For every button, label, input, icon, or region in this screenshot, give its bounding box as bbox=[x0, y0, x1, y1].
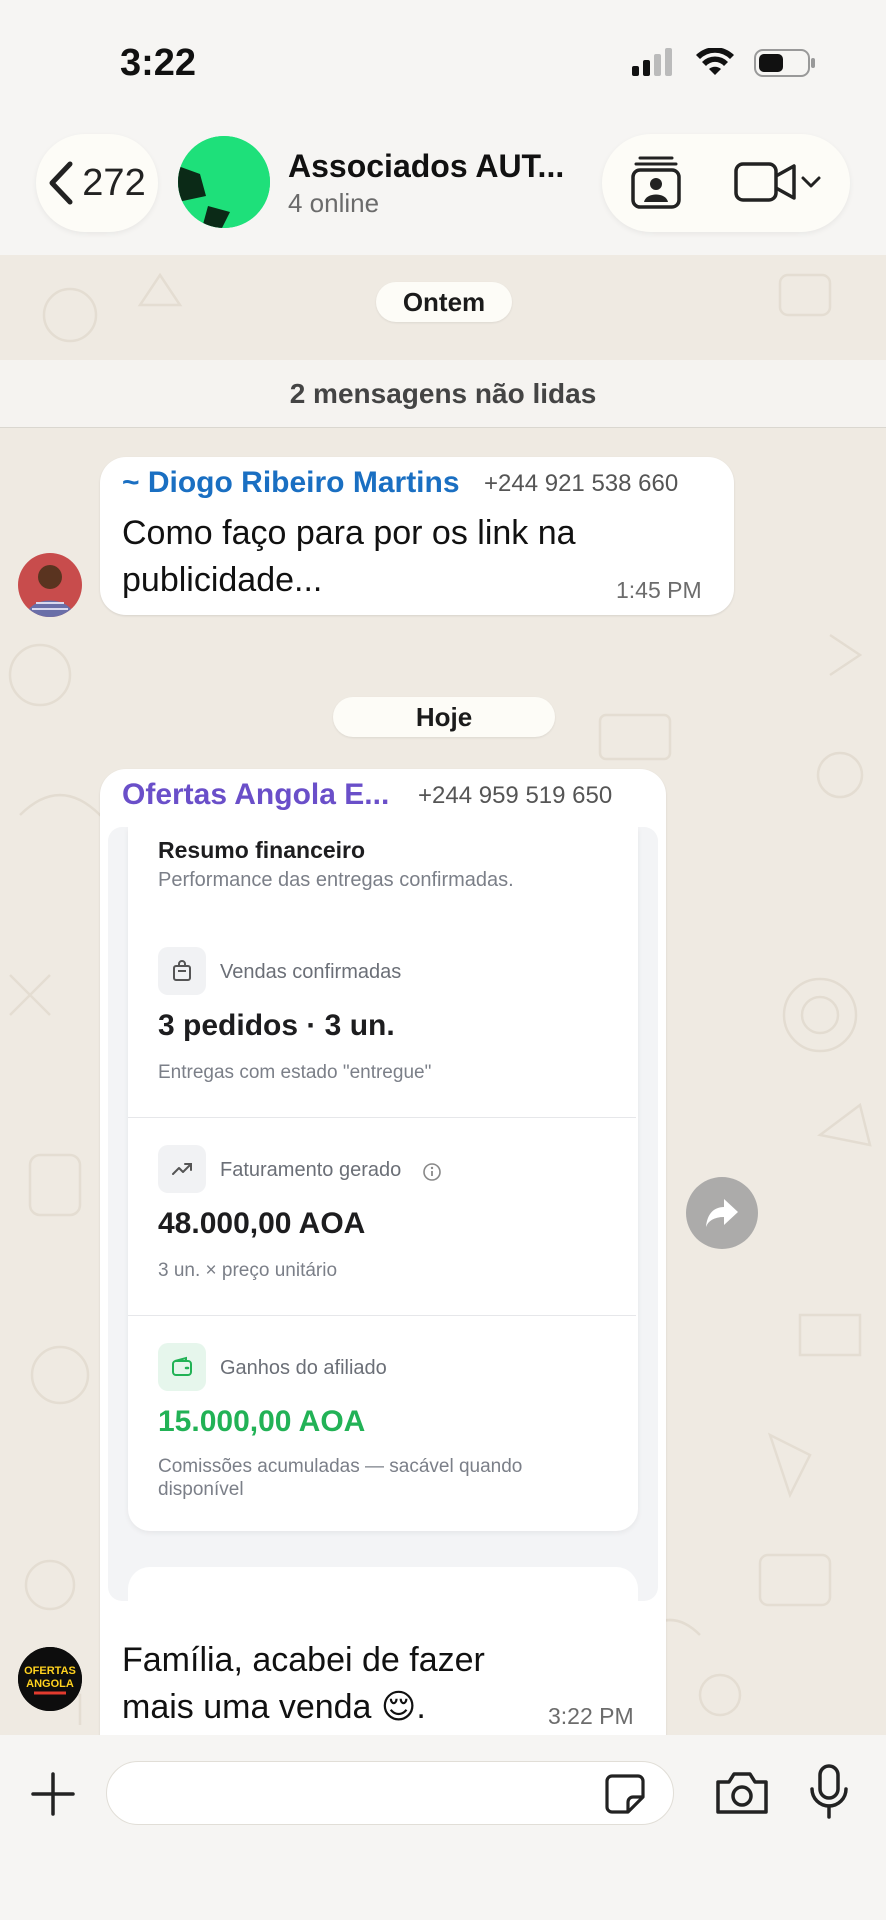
shared-image[interactable]: Resumo financeiro Performance das entreg… bbox=[108, 827, 658, 1601]
ofertas-angola-logo: OFERTAS ANGOLA bbox=[18, 1647, 82, 1711]
video-camera-icon bbox=[734, 162, 796, 202]
group-avatar[interactable] bbox=[178, 136, 270, 228]
camera-icon bbox=[716, 1772, 768, 1814]
back-button[interactable]: 272 bbox=[36, 134, 158, 232]
message-bubble[interactable]: ~ Diogo Ribeiro Martins +244 921 538 660… bbox=[100, 457, 734, 615]
message-time: 1:45 PM bbox=[616, 577, 702, 603]
stat-value: 48.000,00 AOA bbox=[158, 1207, 366, 1240]
trend-up-icon bbox=[158, 1145, 206, 1193]
date-separator-today: Hoje bbox=[333, 697, 555, 737]
header-actions bbox=[602, 134, 850, 232]
wallet-icon bbox=[158, 1343, 206, 1391]
forward-button[interactable] bbox=[686, 1177, 758, 1249]
unread-count: 272 bbox=[82, 161, 146, 204]
svg-text:ANGOLA: ANGOLA bbox=[26, 1678, 74, 1690]
group-avatar-image bbox=[178, 136, 270, 228]
forward-arrow-icon bbox=[706, 1199, 738, 1227]
stat-value: 15.000,00 AOA bbox=[158, 1405, 366, 1438]
attach-button[interactable] bbox=[28, 1769, 78, 1819]
summary-subtitle: Performance das entregas confirmadas. bbox=[158, 869, 514, 891]
chat-messages[interactable]: Ontem 2 mensagens não lidas ~ Diogo Ribe… bbox=[0, 255, 886, 1735]
message-input[interactable] bbox=[106, 1761, 674, 1825]
stat-label: Ganhos do afiliado bbox=[220, 1357, 387, 1379]
svg-text:OFERTAS: OFERTAS bbox=[24, 1665, 76, 1677]
divider bbox=[128, 1117, 636, 1118]
person-photo bbox=[18, 553, 82, 617]
group-title[interactable]: Associados AUT... bbox=[288, 148, 578, 185]
stat-label: Vendas confirmadas bbox=[220, 961, 402, 983]
sender-phone: +244 959 519 650 bbox=[418, 782, 613, 809]
stat-confirmed-sales: Vendas confirmadas 3 pedidos · 3 un. Ent… bbox=[128, 921, 636, 1117]
camera-button[interactable] bbox=[712, 1765, 772, 1821]
sender-phone: +244 921 538 660 bbox=[484, 470, 679, 497]
status-icons bbox=[630, 48, 816, 78]
stat-note: 3 un. × preço unitário bbox=[158, 1260, 338, 1281]
plus-icon bbox=[31, 1772, 75, 1816]
sender-name[interactable]: Ofertas Angola E... bbox=[122, 778, 389, 812]
contacts-button[interactable] bbox=[626, 152, 686, 212]
chat-header: 272 Associados AUT... 4 online bbox=[0, 130, 886, 255]
group-online-status: 4 online bbox=[288, 188, 380, 218]
video-call-button[interactable] bbox=[730, 152, 826, 212]
voice-message-button[interactable] bbox=[806, 1761, 852, 1823]
status-time: 3:22 bbox=[120, 42, 197, 84]
sender-name[interactable]: ~ Diogo Ribeiro Martins bbox=[122, 466, 460, 500]
sticker-button[interactable] bbox=[603, 1772, 647, 1816]
message-composer bbox=[0, 1735, 886, 1920]
chevron-left-icon bbox=[49, 161, 73, 205]
stat-value: 3 pedidos · 3 un. bbox=[158, 1009, 395, 1042]
message-time: 3:22 PM bbox=[548, 1703, 634, 1729]
sender-avatar-diogo[interactable] bbox=[18, 553, 82, 617]
stat-note: Entregas com estado "entregue" bbox=[158, 1062, 432, 1083]
next-card-partial bbox=[128, 1567, 638, 1601]
date-separator-yesterday: Ontem bbox=[376, 282, 512, 322]
chevron-down-icon bbox=[801, 176, 821, 188]
financial-summary-card: Resumo financeiro Performance das entreg… bbox=[128, 827, 638, 1531]
battery-icon bbox=[754, 49, 815, 77]
stat-label: Faturamento gerado bbox=[220, 1159, 402, 1181]
stat-revenue: Faturamento gerado 48.000,00 AOA 3 un. ×… bbox=[128, 1119, 636, 1315]
unread-messages-banner: 2 mensagens não lidas bbox=[0, 360, 886, 428]
contact-card-icon bbox=[631, 156, 681, 209]
status-bar: 3:22 bbox=[0, 0, 886, 130]
bag-icon bbox=[158, 947, 206, 995]
wifi-icon bbox=[696, 48, 734, 75]
divider bbox=[128, 1315, 636, 1316]
message-text: Família, acabei de fazer mais uma venda … bbox=[122, 1641, 485, 1726]
message-text: Como faço para por os link na publicidad… bbox=[122, 514, 576, 599]
message-bubble-with-image[interactable]: Ofertas Angola E... +244 959 519 650 Res… bbox=[100, 769, 666, 1735]
stat-note: Comissões acumuladas — sacável quando di… bbox=[158, 1456, 523, 1500]
info-icon bbox=[423, 1163, 441, 1181]
microphone-icon bbox=[810, 1764, 848, 1819]
sender-avatar-ofertas[interactable]: OFERTAS ANGOLA bbox=[18, 1647, 82, 1711]
summary-title: Resumo financeiro bbox=[158, 837, 366, 863]
cellular-signal-icon bbox=[632, 48, 672, 76]
sticker-icon bbox=[605, 1774, 645, 1814]
stat-affiliate-earnings: Ganhos do afiliado 15.000,00 AOA Comissõ… bbox=[128, 1317, 636, 1513]
